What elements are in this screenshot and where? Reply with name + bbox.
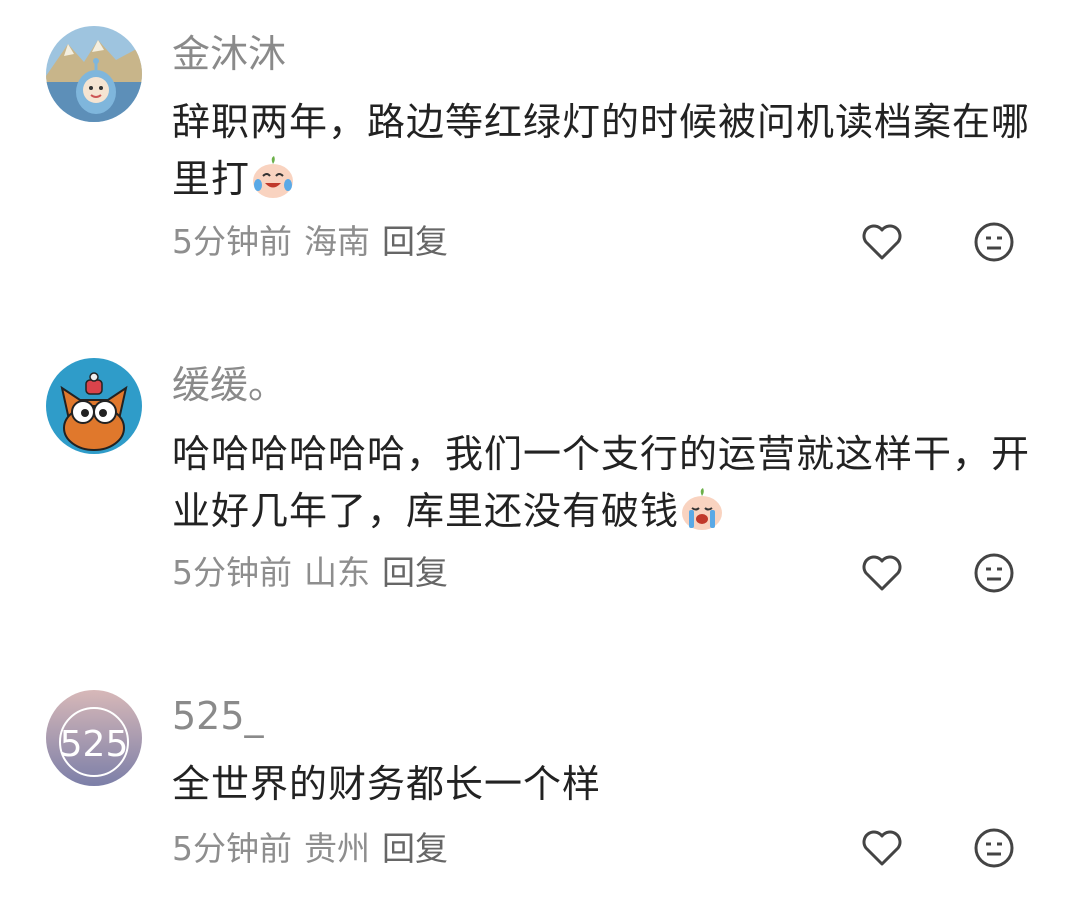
dislike-face-icon[interactable] [972,220,1016,264]
avatar[interactable] [46,358,142,454]
comment-text: 哈哈哈哈哈哈，我们一个支行的运营就这样干，开业好几年了，库里还没有破钱 [172,426,1042,540]
comment-location: 贵州 [304,829,370,868]
comment-text-content: 哈哈哈哈哈哈，我们一个支行的运营就这样干，开业好几年了，库里还没有破钱 [172,432,1031,533]
comment-text: 辞职两年，路边等红绿灯的时候被问机读档案在哪里打 [172,94,1042,208]
avatar[interactable]: 525 [46,690,142,786]
number-avatar-icon: 525 [46,690,142,786]
comment-location: 山东 [304,553,370,592]
comment-location: 海南 [304,222,370,261]
mountain-doll-avatar-icon [46,26,142,122]
comment-time: 5分钟前 [172,553,292,592]
like-heart-icon[interactable] [860,826,904,870]
cat-avatar-icon [46,358,142,454]
reply-button[interactable]: 回复 [382,829,448,868]
like-heart-icon[interactable] [860,551,904,595]
comment-time: 5分钟前 [172,222,292,261]
comment-text-content: 辞职两年，路边等红绿灯的时候被问机读档案在哪里打 [172,100,1031,201]
reply-button[interactable]: 回复 [382,222,448,261]
comment-meta: 5分钟前 山东 回复 [172,553,460,593]
username[interactable]: 金沐沐 [172,32,286,76]
avatar-text: 525 [60,724,129,765]
comment-time: 5分钟前 [172,829,292,868]
comment-text: 全世界的财务都长一个样 [172,756,1042,813]
comment-meta: 5分钟前 贵州 回复 [172,829,460,869]
like-heart-icon[interactable] [860,220,904,264]
laughing-crying-emoji [253,156,294,198]
crying-emoji [682,488,723,530]
avatar[interactable] [46,26,142,122]
dislike-face-icon[interactable] [972,551,1016,595]
comment-meta: 5分钟前 海南 回复 [172,222,460,262]
comment-text-content: 全世界的财务都长一个样 [172,762,602,806]
reply-button[interactable]: 回复 [382,553,448,592]
dislike-face-icon[interactable] [972,826,1016,870]
username[interactable]: 缓缓。 [172,363,286,407]
username[interactable]: 525_ [172,694,264,738]
